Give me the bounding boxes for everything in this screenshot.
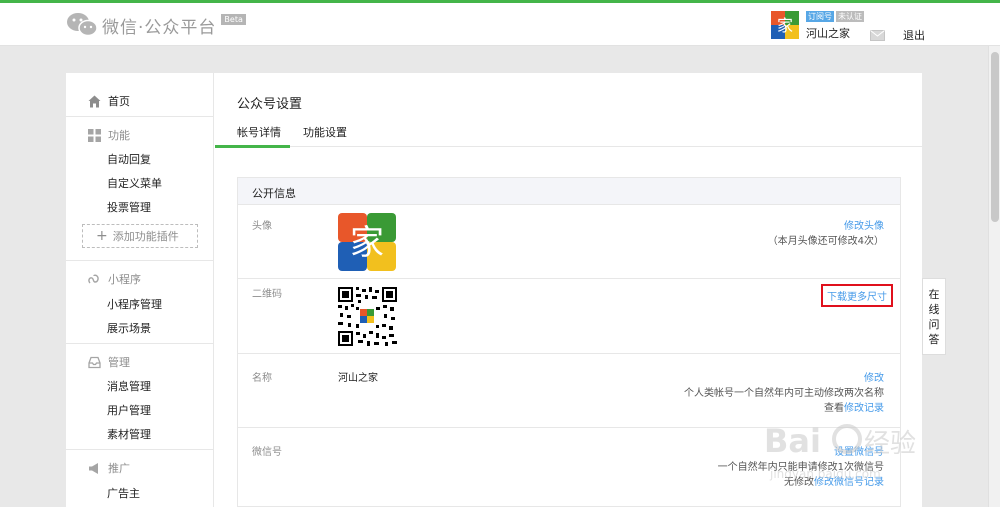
sidebar-item-miniprogram-manage[interactable]: 小程序管理 bbox=[107, 296, 162, 312]
plus-icon: + bbox=[96, 228, 108, 244]
name-label: 名称 bbox=[252, 373, 272, 384]
svg-text:Bai: Bai bbox=[764, 422, 821, 460]
download-more-sizes-link[interactable]: 下载更多尺寸 bbox=[821, 284, 893, 307]
grid-icon bbox=[88, 128, 101, 142]
sidebar-item-advertiser[interactable]: 广告主 bbox=[107, 485, 140, 501]
subscription-tag: 订阅号 bbox=[806, 11, 834, 22]
avatar-label: 头像 bbox=[252, 221, 272, 232]
sidebar-item-display-scene[interactable]: 展示场景 bbox=[107, 320, 151, 336]
sidebar-item-auto-reply[interactable]: 自动回复 bbox=[107, 151, 151, 167]
qrcode-label: 二维码 bbox=[252, 289, 282, 300]
logout-link[interactable]: 退出 bbox=[903, 27, 925, 43]
active-tab-indicator bbox=[215, 145, 290, 148]
inbox-icon bbox=[88, 356, 101, 368]
sidebar-divider bbox=[66, 449, 214, 450]
name-change-note: 个人类帐号一个自然年内可主动修改两次名称 bbox=[684, 388, 884, 399]
beta-badge: Beta bbox=[221, 14, 246, 25]
sidebar-item-home[interactable]: 首页 bbox=[88, 93, 130, 109]
function-group-label: 功能 bbox=[108, 129, 130, 142]
online-qa-button[interactable]: 在 线 问 答 bbox=[922, 278, 946, 355]
sidebar-group-function: 功能 bbox=[88, 127, 130, 143]
baidu-jingyan-watermark: Bai 经验 jingyan.baidu.com bbox=[764, 422, 916, 481]
tab-function-settings[interactable]: 功能设置 bbox=[303, 124, 347, 140]
sidebar-divider bbox=[66, 343, 214, 344]
account-name[interactable]: 河山之家 bbox=[806, 25, 864, 41]
avatar-row: 头像 家 修改头像 （本月头像还可修改4次） bbox=[238, 206, 900, 279]
home-label: 首页 bbox=[108, 95, 130, 108]
manage-group-label: 管理 bbox=[108, 356, 130, 369]
miniprogram-icon bbox=[88, 274, 99, 283]
megaphone-icon bbox=[89, 462, 98, 474]
sidebar-item-custom-menu[interactable]: 自定义菜单 bbox=[107, 175, 162, 191]
add-plugin-label: 添加功能插件 bbox=[112, 230, 179, 243]
wechat-id-label: 微信号 bbox=[252, 447, 282, 458]
page-scrollbar[interactable] bbox=[988, 46, 1000, 507]
sidebar-item-vote-manage[interactable]: 投票管理 bbox=[107, 199, 151, 215]
avatar-change-note: （本月头像还可修改4次） bbox=[767, 236, 884, 247]
sidebar-item-message-manage[interactable]: 消息管理 bbox=[107, 378, 151, 394]
online-qa-char: 答 bbox=[928, 332, 940, 346]
platform-logo[interactable]: 微信·公众平台 Beta bbox=[66, 12, 246, 38]
promote-group-label: 推广 bbox=[108, 462, 130, 475]
sidebar-divider bbox=[66, 260, 214, 261]
sidebar: 首页 功能 自动回复 自定义菜单 投票管理 + 添加功能插件 小程序 小程序管理… bbox=[66, 73, 214, 507]
account-name-value: 河山之家 bbox=[338, 373, 378, 384]
sidebar-item-material-manage[interactable]: 素材管理 bbox=[107, 426, 151, 442]
svg-text:家: 家 bbox=[350, 223, 384, 263]
account-avatar[interactable]: 家 bbox=[771, 11, 799, 39]
qrcode-image bbox=[338, 287, 397, 346]
add-plugin-button[interactable]: + 添加功能插件 bbox=[82, 224, 198, 248]
account-avatar-image: 家 bbox=[338, 213, 396, 271]
change-avatar-link[interactable]: 修改头像 bbox=[844, 217, 884, 232]
wechat-logo-icon bbox=[67, 13, 98, 37]
tab-account-details[interactable]: 帐号详情 bbox=[237, 124, 281, 140]
svg-text:家: 家 bbox=[777, 16, 793, 35]
svg-text:经验: 经验 bbox=[864, 429, 916, 459]
scrollbar-thumb[interactable] bbox=[991, 52, 999, 222]
sidebar-item-user-manage[interactable]: 用户管理 bbox=[107, 402, 151, 418]
sidebar-group-manage: 管理 bbox=[88, 354, 130, 370]
mail-icon[interactable] bbox=[870, 30, 885, 41]
sidebar-divider bbox=[66, 116, 214, 117]
online-qa-char: 线 bbox=[928, 302, 940, 316]
unverified-tag: 未认证 bbox=[836, 11, 864, 22]
svg-text:jingyan.baidu.com: jingyan.baidu.com bbox=[769, 467, 881, 481]
miniprogram-group-label: 小程序 bbox=[108, 273, 141, 286]
sidebar-group-miniprogram: 小程序 bbox=[88, 271, 141, 287]
online-qa-char: 问 bbox=[928, 317, 940, 331]
account-info[interactable]: 家 订阅号 未认证 河山之家 bbox=[771, 11, 864, 41]
home-icon bbox=[88, 95, 101, 107]
panel-title: 公开信息 bbox=[238, 178, 900, 205]
tab-bar: 帐号详情 功能设置 bbox=[215, 117, 922, 148]
qrcode-row: 二维码 下载更多尺寸 bbox=[238, 279, 900, 354]
sidebar-group-promote: 推广 bbox=[88, 460, 130, 476]
change-name-link[interactable]: 修改 bbox=[864, 369, 884, 384]
page-title: 公众号设置 bbox=[237, 97, 303, 112]
platform-title: 微信·公众平台 bbox=[102, 17, 217, 38]
online-qa-char: 在 bbox=[928, 287, 940, 301]
top-header: 微信·公众平台 Beta 家 订阅号 未认证 河山之家 退出 bbox=[0, 3, 1000, 46]
